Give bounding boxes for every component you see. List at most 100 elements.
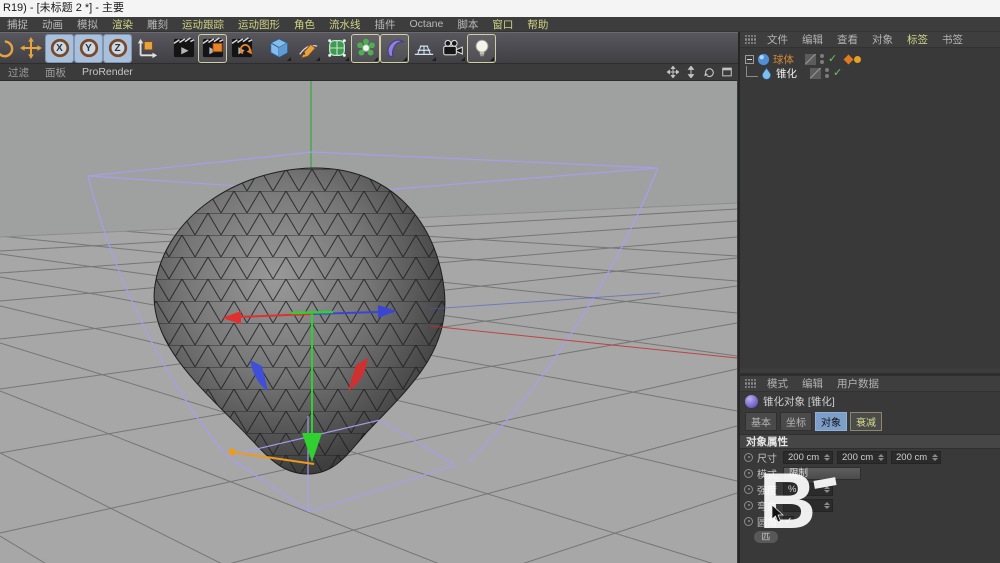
object-row-0[interactable]: 球体 ✓ xyxy=(745,52,861,66)
size-field-1[interactable]: 200 cm xyxy=(837,451,887,464)
visibility-dots[interactable] xyxy=(820,54,824,64)
object-properties-header: 对象属性 xyxy=(740,434,1000,449)
tree-line xyxy=(746,76,758,77)
floor-icon[interactable] xyxy=(410,35,437,62)
menu-item-4[interactable]: 雕刻 xyxy=(140,17,175,32)
lock-y-button[interactable]: Y xyxy=(75,35,102,62)
om-menu-item-5[interactable]: 书签 xyxy=(935,32,970,47)
object-name-0[interactable]: 球体 xyxy=(773,52,795,67)
size-anim-knob[interactable] xyxy=(744,453,753,462)
phong-tag-icon[interactable] xyxy=(854,56,861,63)
menu-item-13[interactable]: 帮助 xyxy=(520,17,555,32)
size-value-2: 200 cm xyxy=(896,452,932,463)
curvature-anim-knob[interactable] xyxy=(744,501,753,510)
texture-tag-icon[interactable] xyxy=(844,54,854,64)
panel-grip-icon[interactable] xyxy=(745,379,756,388)
menu-item-9[interactable]: 插件 xyxy=(368,17,403,32)
coordinate-system-icon[interactable] xyxy=(133,35,160,62)
enabled-check[interactable]: ✓ xyxy=(828,54,837,64)
am-menu-item-0[interactable]: 模式 xyxy=(760,376,795,391)
attribute-tabs: 基本坐标对象衰减 xyxy=(740,410,1000,434)
enabled-check[interactable]: ✓ xyxy=(833,68,842,78)
undo-icon[interactable] xyxy=(0,35,15,62)
om-menu-item-3[interactable]: 对象 xyxy=(865,32,900,47)
window-title: R19) - [未标题 2 *] - 主要 xyxy=(0,0,1000,17)
attribute-manager-menu: 模式编辑用户数据 xyxy=(740,376,1000,392)
lock-x-button[interactable]: X xyxy=(46,35,73,62)
zoom-icon[interactable] xyxy=(684,66,697,79)
size-spinner-1[interactable] xyxy=(878,454,884,461)
om-menu-item-2[interactable]: 查看 xyxy=(830,32,865,47)
rotate-icon[interactable] xyxy=(702,66,715,79)
object-row-1[interactable]: 锥化 ✓ xyxy=(760,66,842,80)
am-menu-item-2[interactable]: 用户数据 xyxy=(830,376,886,391)
menu-item-6[interactable]: 运动图形 xyxy=(231,17,287,32)
object-manager-menu: 文件编辑查看对象标签书签 xyxy=(740,32,1000,48)
size-spinner-2[interactable] xyxy=(932,454,938,461)
tab-衰减[interactable]: 衰减 xyxy=(850,412,882,431)
viewport-nav-icons xyxy=(661,66,737,79)
object-manager[interactable]: 球体 ✓ 锥化 ✓ xyxy=(740,48,1000,368)
render-picture-viewer-icon[interactable] xyxy=(199,35,226,62)
layer-toggle[interactable] xyxy=(810,68,821,79)
tag-list xyxy=(845,56,861,63)
object-name-1[interactable]: 锥化 xyxy=(776,66,802,81)
attribute-object-header: 锥化对象 [锥化] xyxy=(740,392,1000,410)
am-menu-item-1[interactable]: 编辑 xyxy=(795,376,830,391)
deformer-icon[interactable] xyxy=(381,35,408,62)
menu-item-8[interactable]: 流水线 xyxy=(322,17,368,32)
size-field-2[interactable]: 200 cm xyxy=(891,451,941,464)
taper-header-icon xyxy=(745,395,758,408)
lock-y-button-label: Y xyxy=(85,43,92,54)
menu-item-12[interactable]: 窗口 xyxy=(485,17,520,32)
spline-pen-icon[interactable] xyxy=(294,35,321,62)
om-menu-item-1[interactable]: 编辑 xyxy=(795,32,830,47)
mode-anim-knob[interactable] xyxy=(744,469,753,478)
move-tool-icon[interactable] xyxy=(17,35,44,62)
om-menu-item-4[interactable]: 标签 xyxy=(900,32,935,47)
menu-item-5[interactable]: 运动跟踪 xyxy=(175,17,231,32)
primitive-cube-icon[interactable] xyxy=(265,35,292,62)
tree-line xyxy=(746,66,747,76)
menu-item-7[interactable]: 角色 xyxy=(287,17,322,32)
om-menu-item-0[interactable]: 文件 xyxy=(760,32,795,47)
mouse-cursor xyxy=(771,505,785,528)
camera-icon[interactable] xyxy=(439,35,466,62)
sphere-object-icon xyxy=(757,53,770,66)
size-spinner-0[interactable] xyxy=(824,454,830,461)
taper-object-icon xyxy=(760,67,773,80)
fillet-anim-knob[interactable] xyxy=(744,517,753,526)
expand-toggle[interactable] xyxy=(745,55,754,64)
visibility-dots[interactable] xyxy=(825,68,829,78)
curvature-spinner[interactable] xyxy=(824,502,830,509)
menu-item-11[interactable]: 脚本 xyxy=(450,17,485,32)
panel-grip-icon[interactable] xyxy=(745,35,756,44)
lock-z-button[interactable]: Z xyxy=(104,35,131,62)
render-view-icon[interactable] xyxy=(170,35,197,62)
subdivision-surface-icon[interactable] xyxy=(323,35,350,62)
tab-坐标[interactable]: 坐标 xyxy=(780,412,812,431)
tab-对象[interactable]: 对象 xyxy=(815,412,847,431)
lock-x-button-label: X xyxy=(56,43,63,54)
menu-item-1[interactable]: 动画 xyxy=(35,17,70,32)
viewport-menu-bar: 过滤 面板 ProRender xyxy=(0,64,737,81)
menu-item-10[interactable]: Octane xyxy=(403,18,451,30)
menu-item-3[interactable]: 渲染 xyxy=(105,17,140,32)
pan-icon[interactable] xyxy=(666,66,679,79)
viewport-3d[interactable] xyxy=(0,81,737,563)
render-settings-icon[interactable] xyxy=(228,35,255,62)
generator-icon[interactable] xyxy=(352,35,379,62)
light-icon[interactable] xyxy=(468,35,495,62)
menu-item-2[interactable]: 模拟 xyxy=(70,17,105,32)
viewport-menu-filter[interactable]: 过滤 xyxy=(0,65,37,80)
tab-基本[interactable]: 基本 xyxy=(745,412,777,431)
gizmo-center-handle[interactable] xyxy=(291,312,333,313)
maximize-icon[interactable] xyxy=(720,66,733,79)
viewport-menu-panel[interactable]: 面板 xyxy=(37,65,74,80)
watermark-logo: B xyxy=(759,461,812,540)
layer-toggle[interactable] xyxy=(805,54,816,65)
menu-item-0[interactable]: 捕捉 xyxy=(0,17,35,32)
size-value-1: 200 cm xyxy=(842,452,878,463)
viewport-menu-prorender[interactable]: ProRender xyxy=(74,66,141,78)
strength-anim-knob[interactable] xyxy=(744,485,753,494)
